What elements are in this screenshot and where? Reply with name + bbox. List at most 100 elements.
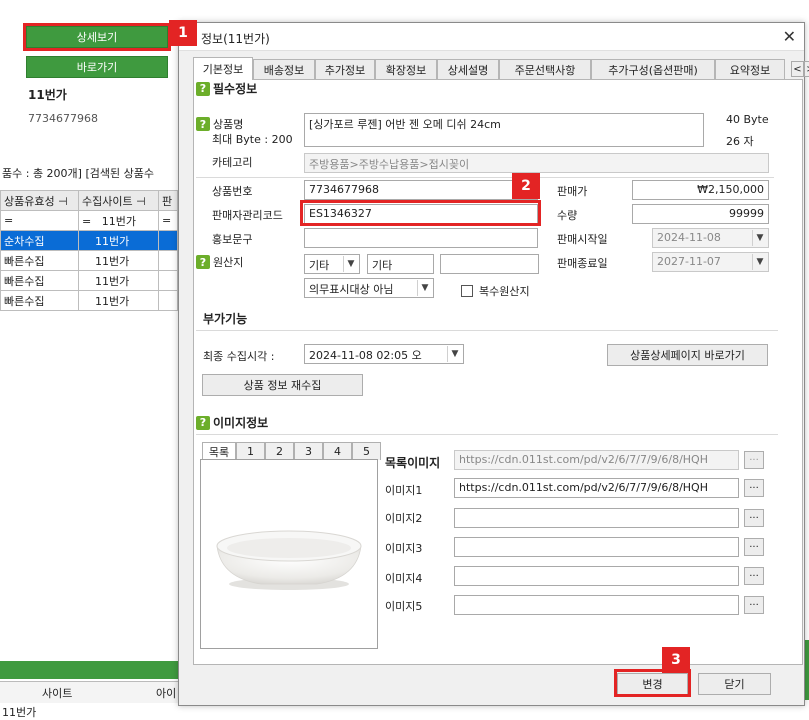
pin-icon: ⊣ [136,194,146,208]
chevron-down-icon: ▼ [343,256,358,272]
chevron-down-icon: ▼ [752,230,767,246]
product-name-label: ? 상품명 [196,116,243,132]
recollect-button[interactable]: 상품 정보 재수집 [202,374,363,396]
image-tab-list[interactable]: 목록 [202,442,236,460]
help-icon[interactable]: ? [196,81,210,96]
filter-cell[interactable]: = [158,210,178,231]
image4-url-input[interactable] [454,566,739,586]
chevron-down-icon: ▼ [752,254,767,270]
tab-summary[interactable]: 요약정보 [715,59,785,79]
grid-filter-row[interactable]: = = 11번가 = [0,210,178,231]
tab-shipping[interactable]: 배송정보 [253,59,315,79]
row-site: 11번가 [78,250,159,271]
image-tab-2[interactable]: 2 [265,442,294,460]
price-label: 판매가 [557,185,588,198]
collect-time-picker[interactable]: 2024-11-08 02:05 오 ▼ [304,344,464,364]
qty-label: 수량 [557,209,578,222]
row-status: 빠른수집 [0,250,79,271]
goto-button[interactable]: 바로가기 [26,56,168,78]
bowl-image [216,530,362,590]
sale-end-date: 2027-11-07 ▼ [652,252,769,272]
table-row[interactable]: 빠른수집 11번가 [0,290,178,311]
tab-option-sales[interactable]: 추가구성(옵션판매) [591,59,715,79]
callout-badge-3: 3 [662,647,690,673]
product-grid: 상품유효성 ⊣ 수집사이트 ⊣ 판 = = 11번가 = 순차수집 11번가 빠… [0,190,178,311]
detail-page-button[interactable]: 상품상세페이지 바로가기 [607,344,768,366]
image-tab-5[interactable]: 5 [352,442,381,460]
image-tab-1[interactable]: 1 [236,442,265,460]
grid-header-site[interactable]: 수집사이트 ⊣ [78,190,159,211]
multi-origin-checkbox[interactable] [461,285,473,297]
table-row[interactable]: 빠른수집 11번가 [0,250,178,271]
browse-image5-button[interactable]: ··· [744,596,764,614]
qty-input[interactable]: 99999 [632,204,769,224]
help-icon[interactable]: ? [196,415,210,430]
chevron-left-icon[interactable]: < [791,61,804,77]
pin-icon: ⊣ [58,194,68,208]
grid-header-status[interactable]: 상품유효성 ⊣ [0,190,79,211]
origin-text-input[interactable]: 기타 [367,254,434,274]
image2-label: 이미지2 [385,512,423,525]
image3-label: 이미지3 [385,542,423,555]
chevron-down-icon: ▼ [417,280,432,296]
help-icon[interactable]: ? [196,255,210,269]
origin-notice-select[interactable]: 의무표시대상 아님 ▼ [304,278,434,298]
image-tab-4[interactable]: 4 [323,442,352,460]
browse-image2-button[interactable]: ··· [744,509,764,527]
filter-cell[interactable]: = 11번가 [78,210,159,231]
close-icon[interactable]: ✕ [783,27,796,46]
image-tab-3[interactable]: 3 [294,442,323,460]
chevron-right-icon[interactable]: > [804,61,809,77]
row-site: 11번가 [78,290,159,311]
tab-basic-info[interactable]: 기본정보 [193,57,253,80]
callout-box-1 [23,23,171,51]
image3-url-input[interactable] [454,537,739,557]
browse-image3-button[interactable]: ··· [744,538,764,556]
bottom-header-site[interactable]: 사이트 [42,685,72,701]
sale-end-label: 판매종료일 [557,257,608,270]
list-image-url: https://cdn.011st.com/pd/v2/6/7/7/9/6/8/… [454,450,739,470]
image5-label: 이미지5 [385,600,423,613]
max-byte-label: 최대 Byte : 200 [212,133,293,146]
image-section-header: ? 이미지정보 [196,414,268,431]
image1-url-input[interactable]: https://cdn.011st.com/pd/v2/6/7/7/9/6/8/… [454,478,739,498]
callout-box-3 [614,669,691,697]
product-count-text: 품수 : 총 200개] [검색된 상품수 [2,167,154,180]
image2-url-input[interactable] [454,508,739,528]
multi-origin-label: 복수원산지 [479,285,530,298]
product-code: 7734677968 [28,112,98,125]
table-row[interactable]: 빠른수집 11번가 [0,270,178,291]
tab-additional[interactable]: 추가정보 [315,59,375,79]
promo-input[interactable] [304,228,538,248]
origin-select[interactable]: 기타 ▼ [304,254,360,274]
browse-list-image-button: ··· [744,451,764,469]
dialog-titlebar: 정보(11번가) ✕ [179,23,804,51]
callout-badge-1: 1 [169,20,197,46]
bottom-panel-bar [0,661,178,679]
tab-description[interactable]: 상세설명 [437,59,499,79]
browse-image1-button[interactable]: ··· [744,479,764,497]
row-site: 11번가 [78,270,159,291]
sale-start-date: 2024-11-08 ▼ [652,228,769,248]
product-name-input[interactable]: [싱가포르 루젠] 어반 젠 오메 디쉬 24cm [304,113,704,147]
char-count: 26 자 [726,135,754,148]
filter-cell[interactable]: = [0,210,79,231]
browse-image4-button[interactable]: ··· [744,567,764,585]
tab-extended[interactable]: 확장정보 [375,59,437,79]
price-input[interactable]: ₩2,150,000 [632,180,769,200]
promo-label: 홍보문구 [212,233,253,246]
bottom-header-more[interactable]: 아이 [156,685,176,701]
help-icon[interactable]: ? [196,117,210,131]
tab-order-options[interactable]: 주문선택사항 [499,59,591,79]
origin-label: ? 원산지 [196,254,243,270]
table-row[interactable]: 순차수집 11번가 [0,230,178,251]
site-name: 11번가 [28,88,67,102]
required-section-header: ? 필수정보 [196,80,257,97]
grid-header-row: 상품유효성 ⊣ 수집사이트 ⊣ 판 [0,190,178,211]
row-status: 빠른수집 [0,270,79,291]
product-no-input[interactable]: 7734677968 [304,180,538,200]
grid-header-more[interactable]: 판 [158,190,178,211]
origin-extra-input[interactable] [440,254,539,274]
image5-url-input[interactable] [454,595,739,615]
close-button[interactable]: 닫기 [698,673,771,695]
